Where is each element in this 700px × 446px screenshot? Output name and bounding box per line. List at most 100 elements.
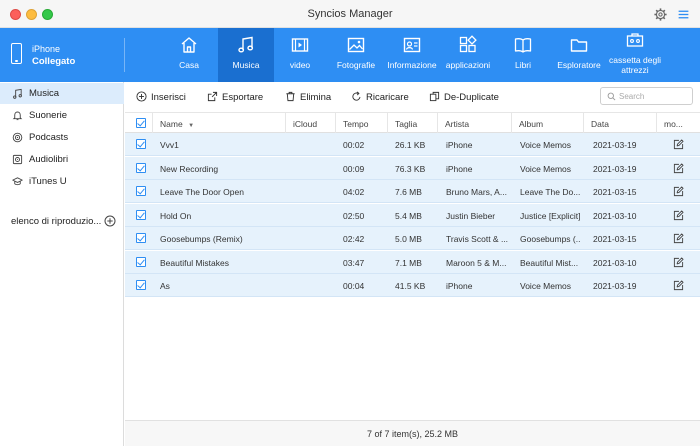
cell-artist: Justin Bieber	[446, 210, 496, 221]
cell-name: Vvv1	[160, 140, 179, 150]
edit-icon[interactable]	[673, 280, 684, 291]
toolbox-icon	[626, 33, 644, 47]
column-header-taglia[interactable]: Taglia	[388, 113, 438, 133]
cell-name: Beautiful Mistakes	[160, 257, 229, 268]
cell-artist: iPhone	[446, 163, 473, 174]
nav-tab-video[interactable]: video	[274, 28, 326, 82]
row-checkbox[interactable]	[136, 186, 146, 196]
table-row[interactable]: New Recording 00:09 76.3 KB iPhone Voice Mem…	[125, 156, 700, 180]
cell-album: Goosebumps (...	[520, 234, 580, 244]
cell-time: 02:42	[343, 234, 365, 244]
nav-tab-applicazioni[interactable]: applicazioni	[440, 28, 496, 82]
cell-album: Voice Memos	[520, 281, 572, 291]
cell-size: 7.1 MB	[395, 257, 422, 268]
edit-icon[interactable]	[673, 209, 684, 221]
home-icon	[181, 37, 197, 53]
sidebar-item-audiolibri[interactable]: Audiolibri	[0, 149, 124, 170]
cell-size: 76.3 KB	[395, 163, 426, 174]
table-row[interactable]: Beautiful Mistakes 03:47 7.1 MB Maroon 5 & …	[125, 250, 700, 274]
table-row[interactable]: Vvv1 00:02 26.1 KB iPhone Voice Memos 2021-03…	[125, 133, 700, 156]
cell-name: As	[160, 281, 170, 291]
select-all-checkbox[interactable]	[136, 118, 146, 128]
nav-tab-casa[interactable]: Casa	[158, 28, 220, 82]
cell-date: 2021-03-10	[593, 257, 637, 268]
delete-button[interactable]: Elimina	[285, 91, 337, 104]
search-box[interactable]	[600, 87, 693, 105]
main-navigation: iPhone Collegato Casa Musica video Fotog…	[0, 28, 700, 82]
refresh-icon	[352, 91, 361, 101]
cell-album: Voice Memos	[520, 163, 572, 174]
item-count-status: 7 of 7 item(s), 25.2 MB	[366, 429, 459, 439]
cell-album: Leave The Do...	[520, 187, 580, 197]
status-bar: 7 of 7 item(s), 25.2 MB	[125, 420, 700, 446]
row-checkbox[interactable]	[136, 139, 146, 149]
row-checkbox[interactable]	[136, 256, 146, 267]
menu-icon[interactable]	[677, 8, 690, 21]
cell-artist: Bruno Mars, A...	[446, 187, 507, 197]
nav-tab-libri[interactable]: Libri	[498, 28, 548, 82]
folder-icon	[570, 39, 588, 52]
column-header-data[interactable]: Data	[584, 113, 657, 133]
cell-time: 00:04	[343, 281, 365, 291]
deduplicate-button[interactable]: De-Duplicate	[429, 91, 501, 104]
row-checkbox[interactable]	[136, 209, 146, 220]
nav-tab-fotografie[interactable]: Fotografie	[330, 28, 382, 82]
cell-date: 2021-03-15	[593, 234, 637, 244]
cell-size: 41.5 KB	[395, 281, 426, 291]
column-header-icloud[interactable]: iCloud	[286, 113, 336, 133]
sidebar-item-podcasts[interactable]: Podcasts	[0, 127, 124, 148]
music-note-icon	[13, 88, 22, 99]
apps-icon	[459, 35, 477, 53]
search-input[interactable]	[619, 90, 689, 102]
add-playlist-plus-icon[interactable]	[104, 215, 116, 227]
sort-arrow-icon: ▼	[188, 123, 195, 129]
title-bar: Syncios Manager	[0, 0, 700, 28]
edit-icon[interactable]	[673, 256, 684, 268]
cell-artist: Maroon 5 & M...	[446, 257, 507, 268]
table-row[interactable]: Hold On 02:50 5.4 MB Justin Bieber Justice […	[125, 203, 700, 227]
cell-size: 5.4 MB	[395, 210, 422, 221]
column-header-tempo[interactable]: Tempo	[336, 113, 388, 133]
cell-album: Justice [Explicit]	[520, 210, 580, 221]
column-header-more[interactable]: mo...	[657, 113, 700, 133]
nav-tab-musica[interactable]: Musica	[218, 28, 274, 82]
row-checkbox[interactable]	[136, 233, 146, 243]
cell-artist: iPhone	[446, 140, 473, 150]
row-checkbox[interactable]	[136, 162, 146, 173]
nav-tab-informazione[interactable]: Informazione	[384, 28, 440, 82]
sidebar-item-itunes-u[interactable]: iTunes U	[0, 171, 124, 192]
column-header-album[interactable]: Album	[512, 113, 584, 133]
gear-icon[interactable]	[654, 8, 667, 21]
nav-tab-esploratore[interactable]: Esploratore	[552, 28, 606, 82]
column-header-artista[interactable]: Artista	[438, 113, 512, 133]
edit-icon[interactable]	[673, 233, 684, 244]
table-row[interactable]: Goosebumps (Remix) 02:42 5.0 MB Travis Scot…	[125, 227, 700, 250]
music-icon	[238, 36, 254, 53]
device-panel[interactable]: iPhone Collegato	[0, 28, 124, 82]
audiobook-icon	[12, 154, 23, 165]
export-button[interactable]: Esportare	[207, 91, 273, 104]
cell-time: 00:09	[343, 163, 365, 174]
device-status: Collegato	[32, 56, 76, 67]
import-button[interactable]: Inserisci	[136, 91, 196, 104]
column-header-name[interactable]: Name ▼	[153, 113, 286, 133]
table-row[interactable]: Leave The Door Open 04:02 7.6 MB Bruno Mars…	[125, 180, 700, 203]
edit-icon[interactable]	[673, 186, 684, 197]
nav-tab-cassetta-degli-attrezzi[interactable]: cassetta degli attrezzi	[604, 28, 666, 82]
plus-circle-icon	[136, 91, 147, 102]
cell-artist: Travis Scott & ...	[446, 234, 508, 244]
table-row[interactable]: As 00:04 41.5 KB iPhone Voice Memos 2021-03-1…	[125, 274, 700, 297]
export-icon	[207, 91, 218, 102]
cell-name: Hold On	[160, 210, 192, 221]
sidebar-item-musica[interactable]: Musica	[0, 83, 124, 104]
graduation-cap-icon	[12, 177, 23, 186]
sidebar-item-suonerie[interactable]: Suonerie	[0, 105, 124, 126]
sidebar: Musica Suonerie Podcasts Audiolibri iTun…	[0, 82, 124, 446]
cell-date: 2021-03-19	[593, 140, 637, 150]
edit-icon[interactable]	[673, 139, 684, 150]
row-checkbox[interactable]	[136, 280, 146, 290]
duplicate-icon	[429, 91, 440, 102]
reload-button[interactable]: Ricaricare	[351, 91, 413, 104]
playlist-section-label: elenco di riproduzio...	[11, 216, 102, 227]
edit-icon[interactable]	[673, 162, 684, 174]
